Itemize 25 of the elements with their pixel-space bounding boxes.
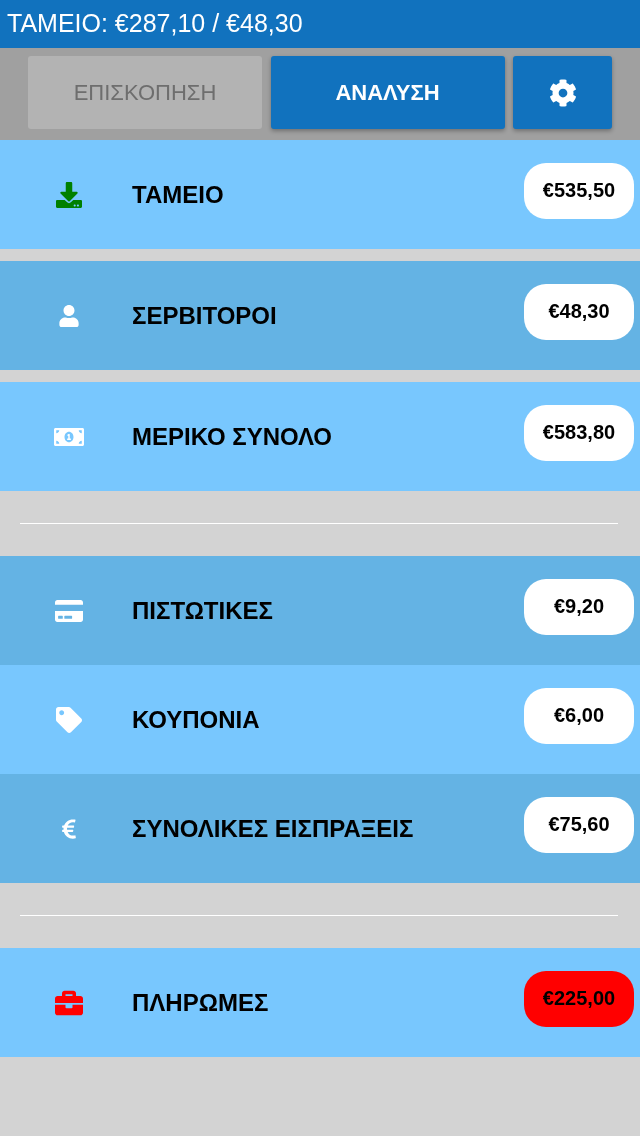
row-label: ΤΑΜΕΙΟ [132, 180, 225, 209]
summary-row[interactable]: ΠΛΗΡΩΜΕΣ €225,00 [0, 948, 640, 1057]
amount-badge: €535,50 [524, 162, 634, 219]
amount-badge: €6,00 [524, 687, 634, 744]
amount-badge: €48,30 [524, 283, 634, 340]
settings-icon [548, 78, 577, 107]
amount-badge: €75,60 [524, 796, 634, 853]
view-button[interactable]: ΑΝΑΛΥΣΗ [270, 56, 505, 129]
row-label: ΣΕΡΒΙΤΟΡΟΙ [132, 301, 278, 330]
summary-row[interactable]: ΜΕΡΙΚΟ ΣΥΝΟΛΟ €583,80 [0, 382, 640, 491]
amount-badge: €225,00 [524, 970, 634, 1027]
row-label: ΣΥΝΟΛΙΚΕΣ ΕΙΣΠΡΑΞΕΙΣ [132, 814, 415, 843]
settings-button[interactable] [513, 56, 612, 129]
summary-row[interactable]: ΣΥΝΟΛΙΚΕΣ ΕΙΣΠΡΑΞΕΙΣ €75,60 [0, 774, 640, 883]
cash-summary-title: ΤΑΜΕΙΟ: €287,10 / €48,30 [7, 10, 303, 38]
summary-row[interactable]: ΣΕΡΒΙΤΟΡΟΙ €48,30 [0, 261, 640, 370]
row-label: ΠΙΣΤΩΤΙΚΕΣ [132, 596, 274, 625]
summary-row[interactable]: ΠΙΣΤΩΤΙΚΕΣ €9,20 [0, 556, 640, 665]
row-label: ΠΛΗΡΩΜΕΣ [132, 988, 270, 1017]
row-label: ΜΕΡΙΚΟ ΣΥΝΟΛΟ [132, 422, 334, 451]
summary-row[interactable]: ΤΑΜΕΙΟ €535,50 [0, 140, 640, 249]
row-label: ΚΟΥΠΟΝΙΑ [132, 705, 261, 734]
summary-row[interactable]: ΚΟΥΠΟΝΙΑ €6,00 [0, 665, 640, 774]
amount-badge: €583,80 [524, 404, 634, 461]
amount-badge: €9,20 [524, 578, 634, 635]
